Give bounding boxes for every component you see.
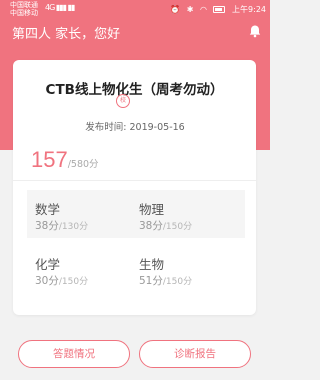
subject-name: 化学 xyxy=(35,257,61,272)
carrier-1: 中国联通 xyxy=(10,1,38,9)
battery-icon xyxy=(213,6,226,13)
status-bar: 中国联通 中国移动 4G ▮▮▮ ▮▮ ⏰ ✱ ◠ 上午9:24 xyxy=(0,0,270,20)
subject-chemistry[interactable]: 化学 30分/150分 xyxy=(27,245,141,293)
publish-date: 2019-05-16 xyxy=(129,122,185,133)
subject-name: 数学 xyxy=(35,202,61,217)
wifi-icon: ◠ xyxy=(199,5,207,14)
network-type: 4G xyxy=(45,3,55,12)
divider xyxy=(13,180,256,181)
subject-score-full: /150分 xyxy=(162,277,193,287)
exam-title: CTB线上物化生（周考勿动） xyxy=(45,82,224,98)
status-right: ⏰ ✱ ◠ 上午9:24 xyxy=(166,4,266,15)
total-score: 157/580分 xyxy=(31,147,99,173)
subject-score-full: /130分 xyxy=(58,222,89,232)
subject-name: 物理 xyxy=(139,202,165,217)
school-badge: 校 xyxy=(116,94,130,108)
bluetooth-icon: ✱ xyxy=(186,5,194,14)
subject-score-full: /150分 xyxy=(162,222,193,232)
subject-score-value: 38分 xyxy=(139,220,163,232)
total-score-value: 157 xyxy=(31,147,68,172)
signal-icon: 4G ▮▮▮ ▮▮ xyxy=(45,3,75,12)
subject-score: 30分/150分 xyxy=(35,273,88,288)
bell-icon[interactable] xyxy=(248,24,262,38)
subject-physics[interactable]: 物理 38分/150分 xyxy=(131,190,245,238)
report-button[interactable]: 诊断报告 xyxy=(139,340,251,368)
publish-label: 发布时间: xyxy=(85,122,127,133)
subject-score-value: 51分 xyxy=(139,275,163,287)
subject-name: 生物 xyxy=(139,257,165,272)
publish-time: 发布时间: 2019-05-16 xyxy=(0,119,270,133)
status-time: 上午9:24 xyxy=(232,5,266,14)
subject-math[interactable]: 数学 38分/130分 xyxy=(27,190,141,238)
subject-score: 38分/150分 xyxy=(139,218,192,233)
carrier-names: 中国联通 中国移动 xyxy=(10,1,38,17)
subject-biology[interactable]: 生物 51分/150分 xyxy=(131,245,245,293)
greeting-text: 第四人 家长，您好 xyxy=(12,27,121,42)
subject-score-value: 30分 xyxy=(35,275,59,287)
subject-score-value: 38分 xyxy=(35,220,59,232)
total-score-full: /580分 xyxy=(67,159,99,170)
carrier-2: 中国移动 xyxy=(10,9,38,17)
alarm-icon: ⏰ xyxy=(170,5,181,14)
subject-score: 51分/150分 xyxy=(139,273,192,288)
subject-score: 38分/130分 xyxy=(35,218,88,233)
answers-button[interactable]: 答题情况 xyxy=(18,340,130,368)
subject-score-full: /150分 xyxy=(58,277,89,287)
